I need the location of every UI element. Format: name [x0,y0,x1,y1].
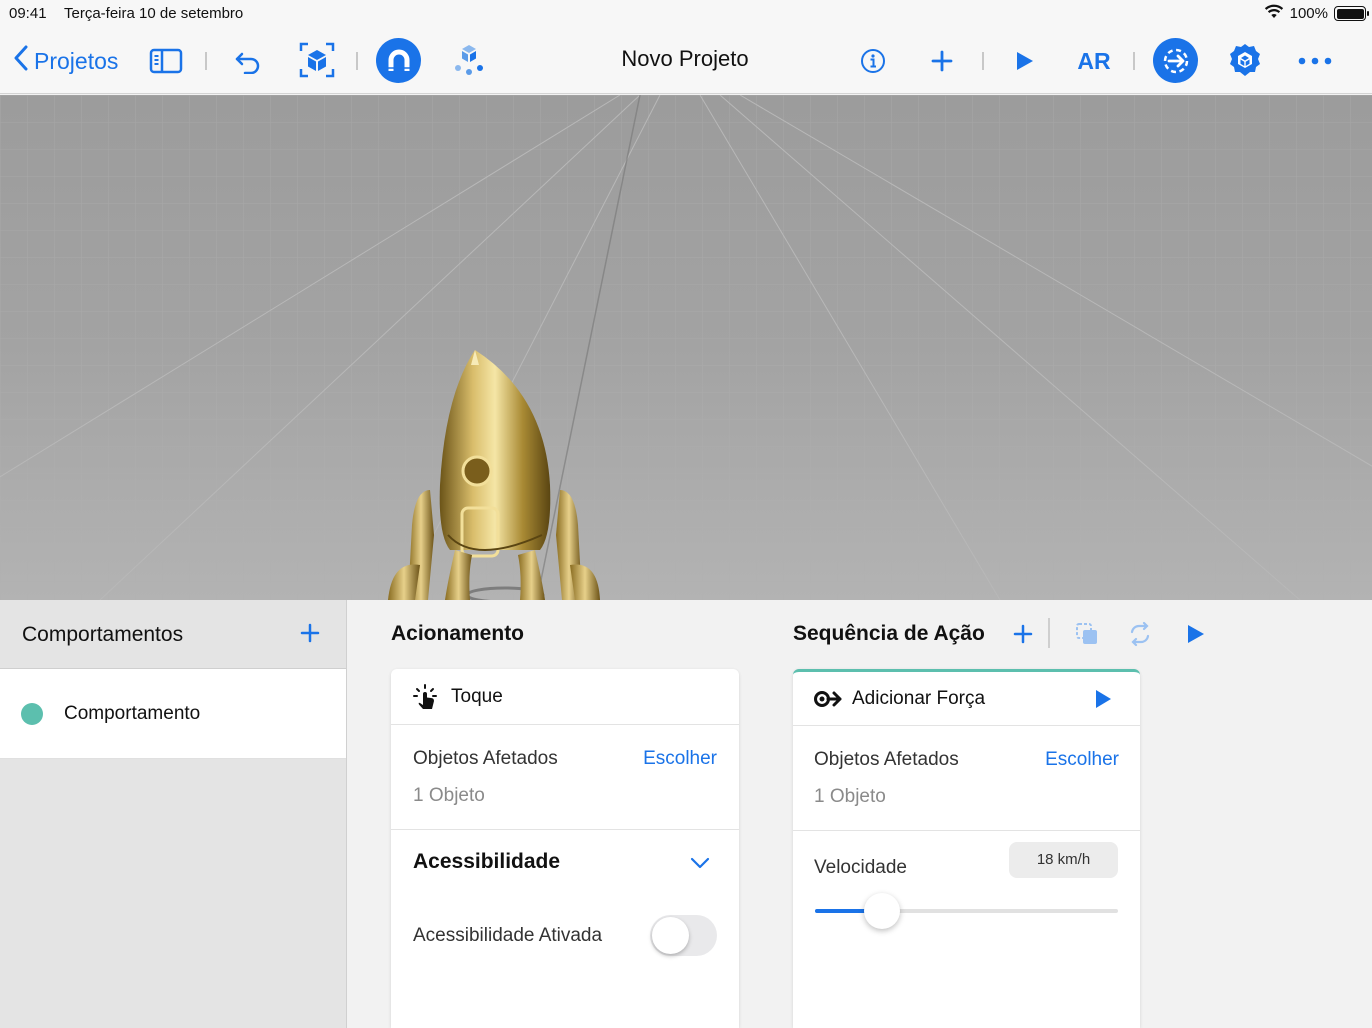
speed-section: Velocidade 18 km/h [793,831,1140,1028]
speed-slider-thumb[interactable] [863,893,900,929]
toolbar-divider [205,52,207,70]
choose-objects-button[interactable]: Escolher [643,748,717,770]
action-card-title: Adicionar Força [852,688,986,709]
status-bar: 09:41 Terça-feira 10 de setembro 100% [0,0,1372,28]
behaviors-title: Comportamentos [22,623,184,646]
toolbar-divider [982,52,984,70]
duplicate-icon[interactable] [1073,620,1103,650]
speed-value-field[interactable]: 18 km/h [1009,842,1118,878]
project-title: Novo Projeto [621,46,749,71]
section-divider [1048,618,1050,648]
trigger-card-header[interactable]: Toque [391,669,739,725]
affected-objects-count: 1 Objeto [413,785,485,806]
affected-objects-label: Objetos Afetados [413,748,558,769]
status-indicators: 100% [1264,4,1369,23]
battery-percent: 100% [1289,5,1328,22]
behavior-item[interactable]: Comportamento [0,669,346,759]
behaviors-icon[interactable] [1153,38,1198,83]
status-date: Terça-feira 10 de setembro [64,5,244,22]
trigger-card-title: Toque [451,686,503,707]
action-affected-objects: Objetos Afetados Escolher 1 Objeto [793,726,1140,831]
affected-objects-count: 1 Objeto [814,786,886,807]
play-sequence-icon[interactable] [1184,623,1208,647]
accessibility-title: Acessibilidade [413,850,561,873]
more-icon[interactable] [1295,47,1335,75]
speed-label: Velocidade [814,857,907,878]
sidebar-toggle-icon[interactable] [148,45,184,77]
wifi-icon [1264,4,1284,23]
trigger-section-title: Acionamento [391,622,525,645]
chevron-left-icon [14,45,28,77]
affected-objects-label: Objetos Afetados [814,749,959,770]
plus-icon[interactable] [928,47,956,75]
trigger-card: Toque Objetos Afetados Escolher 1 Objeto… [391,669,739,1028]
play-icon[interactable] [1010,47,1038,75]
back-button-label: Projetos [34,47,119,74]
snap-magnet-icon[interactable] [376,38,421,83]
status-time: 09:41 [9,5,47,22]
back-button[interactable]: Projetos [14,44,118,78]
accessibility-toggle-label: Acessibilidade Ativada [413,925,603,946]
action-card: Adicionar Força Objetos Afetados Escolhe… [793,669,1140,1028]
toolbar-divider [1133,52,1135,70]
trigger-affected-objects: Objetos Afetados Escolher 1 Objeto [391,725,739,830]
toggle-knob [652,917,689,954]
battery-level [1336,8,1364,19]
choose-objects-button[interactable]: Escolher [1045,749,1119,771]
chevron-down-icon[interactable] [689,852,713,876]
ar-button[interactable]: AR [1072,45,1116,77]
speed-slider[interactable] [815,909,1118,913]
accessibility-toggle[interactable] [650,915,717,956]
behaviors-header: Comportamentos [0,600,346,669]
battery-icon [1334,6,1369,21]
undo-icon[interactable] [232,45,264,77]
loop-icon[interactable] [1126,620,1156,650]
scene-viewport[interactable] [0,95,1372,600]
tap-gesture-icon [411,683,439,711]
toolbar-divider [356,52,358,70]
add-force-icon [813,686,843,712]
action-card-header[interactable]: Adicionar Força [793,672,1140,726]
add-action-button[interactable] [1011,622,1037,648]
behaviors-sidebar: Comportamentos Comportamento [0,600,347,1028]
behavior-color-dot [21,703,43,725]
floor-grid [0,95,1372,600]
accessibility-section: Acessibilidade Acessibilidade Ativada [391,830,739,1028]
info-icon[interactable] [859,47,887,75]
behavior-item-label: Comportamento [64,703,201,724]
action-sequence-title: Sequência de Ação [793,622,985,645]
toolbar: Projetos Novo Projeto AR [0,28,1372,94]
anchor-blocks-icon[interactable] [450,41,488,79]
scene-cube-icon[interactable] [298,41,336,79]
add-behavior-button[interactable] [297,620,325,648]
play-action-icon[interactable] [1093,689,1115,711]
behavior-editor: Acionamento Sequência de Ação Toque Obje… [348,600,1372,1028]
settings-gear-icon[interactable] [1226,41,1264,79]
